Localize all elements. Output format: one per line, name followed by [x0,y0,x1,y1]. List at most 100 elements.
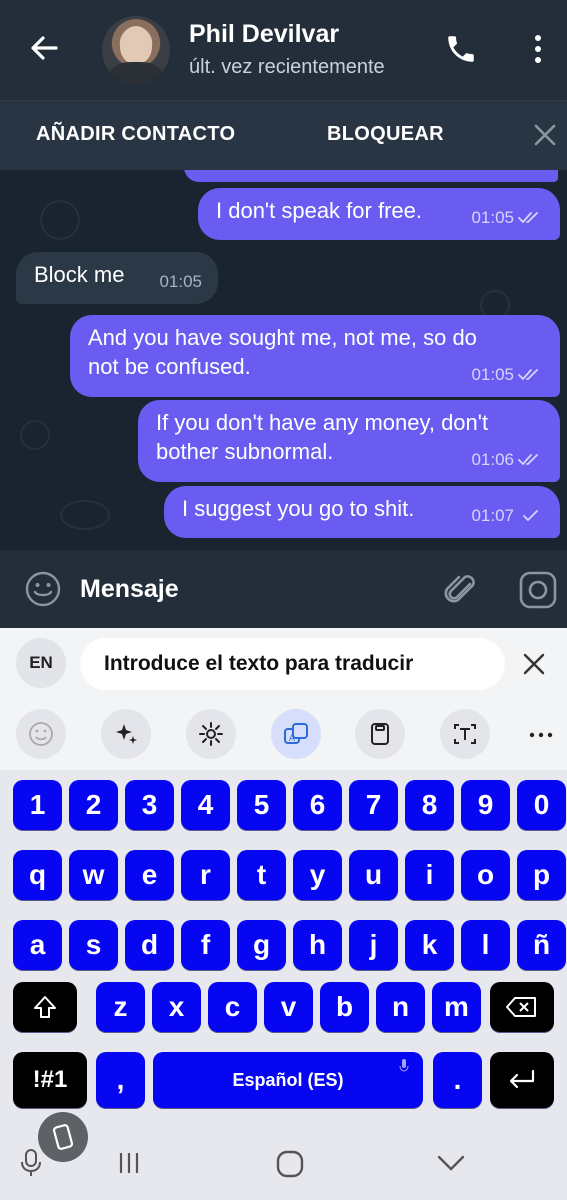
key-q[interactable]: q [13,850,62,900]
key-o[interactable]: o [461,850,510,900]
key-y[interactable]: y [293,850,342,900]
home-icon[interactable] [274,1148,306,1180]
key-x[interactable]: x [152,982,201,1032]
rotate-screen-button[interactable] [38,1112,88,1162]
key-n[interactable]: n [376,982,425,1032]
backspace-key[interactable] [490,982,554,1032]
message-meta: 01:07 [471,501,544,530]
chat-area[interactable]: I don't speak for free. 01:05 Block me 0… [0,170,567,550]
translate-tool-button[interactable]: A [271,709,321,759]
phone-rotate-icon [52,1124,74,1150]
key-0[interactable]: 0 [517,780,566,830]
key-c[interactable]: c [208,982,257,1032]
enter-icon [509,1069,535,1089]
space-bar[interactable]: Español (ES) [153,1052,423,1108]
translate-icon: A [284,723,308,744]
key-a[interactable]: a [13,920,62,970]
svg-text:A: A [289,733,295,743]
close-icon[interactable] [531,121,559,149]
add-contact-button[interactable]: AÑADIR CONTACTO [36,123,235,146]
key-k[interactable]: k [405,920,454,970]
avatar[interactable] [102,16,170,84]
key-w[interactable]: w [69,850,118,900]
key-2[interactable]: 2 [69,780,118,830]
key-3[interactable]: 3 [125,780,174,830]
message-bubble-partial [184,170,558,182]
settings-tool-button[interactable] [186,709,236,759]
key-8[interactable]: 8 [405,780,454,830]
key-d[interactable]: d [125,920,174,970]
key-r[interactable]: r [181,850,230,900]
double-check-icon [518,211,538,223]
contact-name[interactable]: Phil Devilvar [189,20,339,49]
emoji-icon [29,722,53,746]
key-5[interactable]: 5 [237,780,286,830]
comma-key[interactable]: , [96,1052,145,1108]
key-h[interactable]: h [293,920,342,970]
key-4[interactable]: 4 [181,780,230,830]
shift-key[interactable] [13,982,77,1032]
paperclip-icon[interactable] [442,570,482,610]
message-meta: 01:05 [471,360,544,389]
camera-icon[interactable] [518,570,558,610]
message-bubble[interactable]: I suggest you go to shit. 01:07 [164,486,560,538]
mic-icon [399,1059,409,1072]
emoji-tool-button[interactable] [16,709,66,759]
key-t[interactable]: t [237,850,286,900]
enter-key[interactable] [490,1052,554,1108]
translate-bar: EN [0,628,567,700]
key-6[interactable]: 6 [293,780,342,830]
key-1[interactable]: 1 [13,780,62,830]
check-icon [523,509,538,521]
message-bubble[interactable]: Block me 01:05 [16,252,218,304]
key-f[interactable]: f [181,920,230,970]
emoji-icon[interactable] [24,570,62,608]
key-ñ[interactable]: ñ [517,920,566,970]
key-m[interactable]: m [432,982,481,1032]
clipboard-tool-button[interactable] [355,709,405,759]
key-p[interactable]: p [517,850,566,900]
key-v[interactable]: v [264,982,313,1032]
key-s[interactable]: s [69,920,118,970]
phone-icon[interactable] [444,32,478,66]
message-bubble[interactable]: If you don't have any money, don't bothe… [138,400,560,482]
backspace-icon [506,997,536,1017]
key-7[interactable]: 7 [349,780,398,830]
close-icon[interactable] [520,650,548,678]
arrow-left-icon[interactable] [26,30,62,66]
chevron-down-icon[interactable] [436,1152,466,1174]
message-text: I suggest you go to shit. [182,496,415,521]
space-label: Español (ES) [232,1069,344,1090]
key-e[interactable]: e [125,850,174,900]
text-extract-tool-button[interactable] [440,709,490,759]
sparkles-icon [116,724,137,744]
message-meta: 01:06 [471,445,544,474]
key-j[interactable]: j [349,920,398,970]
translate-input[interactable] [80,638,505,690]
block-button[interactable]: BLOQUEAR [327,123,444,146]
recent-apps-icon[interactable] [114,1148,144,1178]
key-9[interactable]: 9 [461,780,510,830]
key-i[interactable]: i [405,850,454,900]
double-check-icon [518,368,538,380]
chat-header: Phil Devilvar últ. vez recientemente [0,0,567,100]
message-input-bar [0,550,567,628]
double-check-icon [518,453,538,465]
ai-tool-button[interactable] [101,709,151,759]
period-key[interactable]: . [433,1052,482,1108]
symbols-key[interactable]: !#1 [13,1052,87,1108]
message-bubble[interactable]: And you have sought me, not me, so do no… [70,315,560,397]
message-input[interactable] [80,572,420,606]
language-button[interactable]: EN [16,638,66,688]
key-z[interactable]: z [96,982,145,1032]
message-text: Block me [34,262,125,287]
more-vertical-icon[interactable] [526,30,550,68]
keyboard: EN A 1234567890 qwertyuiop asdfghjklñ zxcvb… [0,628,567,1200]
key-g[interactable]: g [237,920,286,970]
message-bubble[interactable]: I don't speak for free. 01:05 [198,188,560,240]
more-horizontal-icon[interactable] [526,720,556,750]
key-l[interactable]: l [461,920,510,970]
key-u[interactable]: u [349,850,398,900]
message-text: I don't speak for free. [216,198,422,223]
key-b[interactable]: b [320,982,369,1032]
